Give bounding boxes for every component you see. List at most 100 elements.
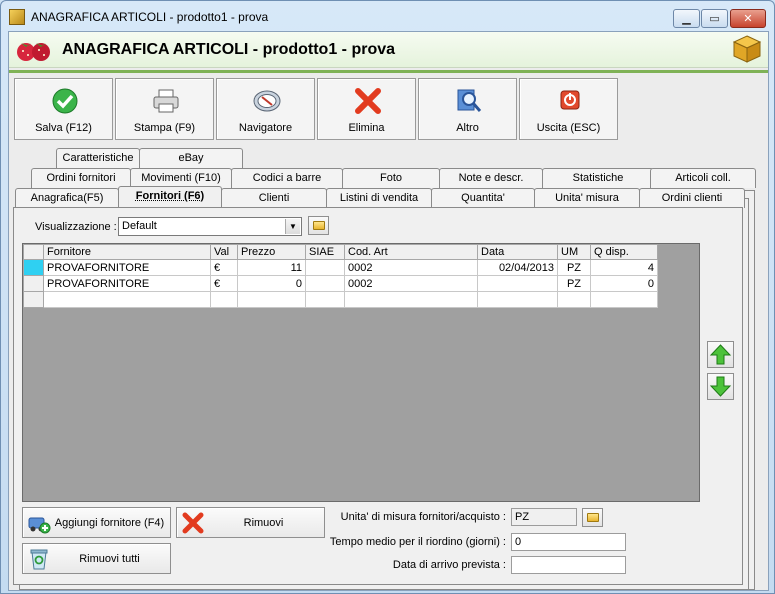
tab-unita-misura[interactable]: Unita' misura xyxy=(534,188,640,208)
close-button[interactable]: ✕ xyxy=(730,9,766,28)
move-down-button[interactable] xyxy=(707,373,734,400)
cell-data[interactable]: 02/04/2013 xyxy=(477,259,558,276)
cell-data[interactable] xyxy=(477,275,558,292)
arrival-date-field[interactable] xyxy=(511,556,626,574)
table-header-row: Fornitore Val Prezzo SIAE Cod. Art Data … xyxy=(23,244,658,260)
tab-clienti[interactable]: Clienti xyxy=(221,188,327,208)
cell-um[interactable] xyxy=(557,291,591,308)
printer-icon xyxy=(153,89,179,113)
col-prezzo[interactable]: Prezzo xyxy=(237,244,306,260)
delete-button[interactable]: Elimina xyxy=(317,78,416,140)
cell-data[interactable] xyxy=(477,291,558,308)
row-indicator[interactable] xyxy=(23,275,44,292)
col-q-disp[interactable]: Q disp. xyxy=(590,244,658,260)
um-label: Unita' di misura fornitori/acquisto : xyxy=(340,511,506,523)
cell-prezzo[interactable]: 0 xyxy=(237,275,306,292)
save-button[interactable]: Salva (F12) xyxy=(14,78,113,140)
col-val[interactable]: Val xyxy=(210,244,238,260)
cell-fornitore[interactable]: PROVAFORNITORE xyxy=(43,275,211,292)
other-button[interactable]: Altro xyxy=(418,78,517,140)
cell-val[interactable]: € xyxy=(210,259,238,276)
lead-time-field[interactable]: 0 xyxy=(511,533,626,551)
cell-q-disp[interactable]: 0 xyxy=(590,275,658,292)
print-button[interactable]: Stampa (F9) xyxy=(115,78,214,140)
app-window: ANAGRAFICA ARTICOLI - prodotto1 - prova … xyxy=(0,0,775,594)
header-divider xyxy=(9,70,768,73)
magnifier-icon xyxy=(457,89,482,112)
tab-ebay[interactable]: eBay xyxy=(139,148,243,168)
col-data[interactable]: Data xyxy=(477,244,558,260)
view-select-value: Default xyxy=(122,220,157,232)
cell-siae[interactable] xyxy=(305,291,345,308)
tab-caratteristiche[interactable]: Caratteristiche xyxy=(56,148,140,168)
minimize-button[interactable]: ▁ xyxy=(673,9,700,28)
tab-anagrafica[interactable]: Anagrafica(F5) xyxy=(15,188,119,208)
tab-statistiche[interactable]: Statistiche xyxy=(542,168,654,188)
suppliers-grid[interactable]: Fornitore Val Prezzo SIAE Cod. Art Data … xyxy=(22,243,700,502)
row-indicator[interactable] xyxy=(23,259,44,276)
tab-note-e-descr[interactable]: Note e descr. xyxy=(439,168,543,188)
tab-ordini-clienti[interactable]: Ordini clienti xyxy=(639,188,745,208)
tab-movimenti[interactable]: Movimenti (F10) xyxy=(130,168,232,188)
cell-fornitore[interactable]: PROVAFORNITORE xyxy=(43,259,211,276)
page-title: ANAGRAFICA ARTICOLI - prodotto1 - prova xyxy=(62,41,396,58)
cell-um[interactable]: PZ xyxy=(557,275,591,292)
table-row[interactable]: PROVAFORNITORE € 11 0002 02/04/2013 PZ 4 xyxy=(23,259,658,276)
cell-cod-art[interactable]: 0002 xyxy=(344,259,478,276)
cell-q-disp[interactable] xyxy=(590,291,658,308)
remove-all-button[interactable]: Rimuovi tutti xyxy=(22,543,171,574)
tab-listini-di-vendita[interactable]: Listini di vendita xyxy=(326,188,432,208)
tab-ordini-fornitori[interactable]: Ordini fornitori xyxy=(31,168,131,188)
navigator-button[interactable]: Navigatore xyxy=(216,78,315,140)
title-bar[interactable]: ANAGRAFICA ARTICOLI - prodotto1 - prova … xyxy=(1,1,774,31)
add-supplier-button[interactable]: Aggiungi fornitore (F4) xyxy=(22,507,171,538)
row-indicator[interactable] xyxy=(23,291,44,308)
cell-q-disp[interactable]: 4 xyxy=(590,259,658,276)
table-row[interactable]: PROVAFORNITORE € 0 0002 PZ 0 xyxy=(23,275,658,292)
chevron-down-icon[interactable]: ▼ xyxy=(285,219,300,234)
cell-siae[interactable] xyxy=(305,275,345,292)
tab-fornitori[interactable]: Fornitori (F6) xyxy=(118,186,222,208)
add-supplier-label: Aggiungi fornitore (F4) xyxy=(54,517,165,529)
cell-prezzo[interactable]: 11 xyxy=(237,259,306,276)
um-folder-button[interactable] xyxy=(582,508,603,527)
tab-articoli-coll[interactable]: Articoli coll. xyxy=(650,168,756,188)
app-icon xyxy=(9,9,25,25)
checkmark-icon xyxy=(52,88,78,114)
header-band: ANAGRAFICA ARTICOLI - prodotto1 - prova xyxy=(9,32,768,68)
cell-cod-art[interactable] xyxy=(344,291,478,308)
print-label: Stampa (F9) xyxy=(133,122,196,134)
move-up-button[interactable] xyxy=(707,341,734,368)
navigator-label: Navigatore xyxy=(238,122,293,134)
cell-val[interactable]: € xyxy=(210,275,238,292)
col-cod-art[interactable]: Cod. Art xyxy=(344,244,478,260)
cell-val[interactable] xyxy=(210,291,238,308)
cell-um[interactable]: PZ xyxy=(557,259,591,276)
tab-quantita[interactable]: Quantita' xyxy=(431,188,535,208)
um-field[interactable]: PZ xyxy=(511,508,577,526)
remove-all-label: Rimuovi tutti xyxy=(79,553,140,565)
maximize-button[interactable]: ▭ xyxy=(701,9,728,28)
cell-fornitore[interactable] xyxy=(43,291,211,308)
cell-siae[interactable] xyxy=(305,259,345,276)
tab-foto[interactable]: Foto xyxy=(342,168,440,188)
table-row[interactable] xyxy=(23,291,658,308)
client-area: ANAGRAFICA ARTICOLI - prodotto1 - prova … xyxy=(8,31,769,591)
tab-fornitori-label: Fornitori (F6) xyxy=(135,190,205,202)
col-fornitore[interactable]: Fornitore xyxy=(43,244,211,260)
save-label: Salva (F12) xyxy=(35,122,92,134)
cell-cod-art[interactable]: 0002 xyxy=(344,275,478,292)
view-select[interactable]: Default ▼ xyxy=(118,217,302,236)
strawberry-icon xyxy=(17,43,50,61)
col-siae[interactable]: SIAE xyxy=(305,244,345,260)
tab-codici-a-barre[interactable]: Codici a barre xyxy=(231,168,343,188)
exit-button[interactable]: Uscita (ESC) xyxy=(519,78,618,140)
cell-prezzo[interactable] xyxy=(237,291,306,308)
recycle-bin-icon xyxy=(30,549,48,570)
remove-x-icon xyxy=(182,512,204,534)
remove-label: Rimuovi xyxy=(243,517,284,529)
view-folder-button[interactable] xyxy=(308,216,329,235)
remove-button[interactable]: Rimuovi xyxy=(176,507,325,538)
arrival-date-label: Data di arrivo prevista : xyxy=(392,559,506,571)
col-um[interactable]: UM xyxy=(557,244,591,260)
